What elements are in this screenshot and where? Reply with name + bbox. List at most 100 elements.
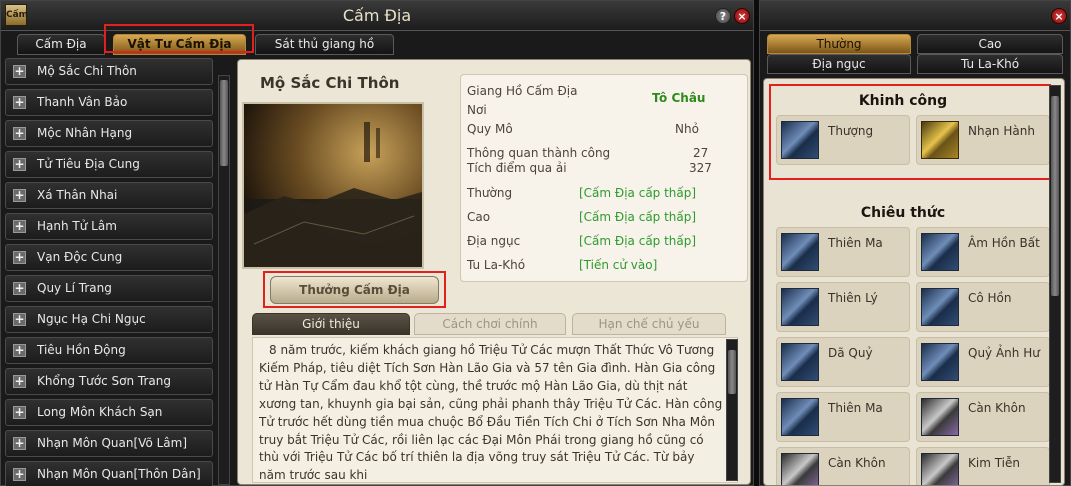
section-title: Khinh công bbox=[858, 93, 948, 109]
title-bar[interactable]: × bbox=[760, 1, 1070, 31]
location-label: Giang Hồ Cấm Địa bbox=[467, 84, 578, 98]
expand-icon[interactable]: + bbox=[13, 158, 26, 171]
list-item[interactable]: + Hạnh Tử Lâm bbox=[5, 213, 213, 240]
skill-name: Âm Hồn Bất bbox=[968, 236, 1040, 250]
points-value: 327 bbox=[689, 161, 712, 175]
book-icon bbox=[921, 121, 959, 159]
tab-tu-la-kho[interactable]: Tu La-Khó bbox=[917, 54, 1063, 74]
list-item[interactable]: + Khổng Tước Sơn Trang bbox=[5, 368, 213, 395]
expand-icon[interactable]: + bbox=[13, 220, 26, 233]
skill-item[interactable]: Thiên Lý bbox=[776, 282, 910, 332]
expand-icon[interactable]: + bbox=[13, 127, 26, 140]
difficulty-value[interactable]: [Tiến cử vào] bbox=[579, 258, 657, 272]
expand-icon[interactable]: + bbox=[13, 251, 26, 264]
skill-item[interactable]: Âm Hồn Bất bbox=[916, 227, 1050, 277]
skill-name: Dã Quỷ bbox=[828, 346, 873, 360]
reward-scrollbar[interactable] bbox=[1049, 85, 1061, 483]
list-scrollbar[interactable] bbox=[218, 75, 230, 485]
skill-item[interactable]: Kim Tiễn bbox=[916, 447, 1050, 485]
expand-icon[interactable]: + bbox=[13, 65, 26, 78]
title-bar[interactable]: Cấm Cấm Địa ? × bbox=[1, 1, 753, 31]
skill-name: Càn Khôn bbox=[828, 456, 886, 470]
list-item[interactable]: + Quy Lí Trang bbox=[5, 275, 213, 302]
skill-item[interactable]: Nhạn Hành bbox=[916, 115, 1050, 165]
scrollbar-thumb[interactable] bbox=[728, 350, 736, 394]
expand-icon[interactable]: + bbox=[13, 437, 26, 450]
success-label: Thông quan thành công bbox=[467, 146, 611, 160]
expand-icon[interactable]: + bbox=[13, 282, 26, 295]
skill-item[interactable]: Thiên Ma bbox=[776, 227, 910, 277]
list-item[interactable]: + Ngục Hạ Chi Ngục bbox=[5, 306, 213, 333]
close-icon[interactable]: × bbox=[1051, 8, 1067, 24]
expand-icon[interactable]: + bbox=[13, 96, 26, 109]
list-item[interactable]: + Mộ Sắc Chi Thôn bbox=[5, 58, 213, 85]
scrollbar-thumb[interactable] bbox=[1051, 96, 1059, 296]
skill-item[interactable]: Thượng bbox=[776, 115, 910, 165]
difficulty-label: Địa ngục bbox=[467, 234, 521, 248]
expand-icon[interactable]: + bbox=[13, 189, 26, 202]
list-item-label: Khổng Tước Sơn Trang bbox=[37, 374, 171, 388]
location-value: Tô Châu bbox=[652, 91, 706, 105]
tab-han-che-chu-yeu[interactable]: Hạn chế chủ yếu bbox=[572, 313, 726, 335]
list-item[interactable]: + Thanh Vân Bảo bbox=[5, 89, 213, 116]
list-item[interactable]: + Nhạn Môn Quan[Thôn Dân] bbox=[5, 461, 213, 486]
skill-item[interactable]: Dã Quỷ bbox=[776, 337, 910, 387]
book-icon bbox=[781, 398, 819, 436]
list-item[interactable]: + Xá Thân Nhai bbox=[5, 182, 213, 209]
list-item-label: Hạnh Tử Lâm bbox=[37, 219, 117, 233]
expand-icon[interactable]: + bbox=[13, 313, 26, 326]
expand-icon[interactable]: + bbox=[13, 406, 26, 419]
section-title: Chiêu thức bbox=[860, 205, 946, 221]
book-icon bbox=[781, 121, 819, 159]
map-name: Mộ Sắc Chi Thôn bbox=[260, 74, 400, 92]
list-item[interactable]: + Vạn Độc Cung bbox=[5, 244, 213, 271]
tab-vat-tu-cam-dia[interactable]: Vật Tư Cấm Địa bbox=[113, 34, 246, 55]
book-icon bbox=[921, 453, 959, 485]
list-item-label: Vạn Độc Cung bbox=[37, 250, 123, 264]
book-icon bbox=[781, 233, 819, 271]
skill-item[interactable]: Cô Hồn bbox=[916, 282, 1050, 332]
tab-dia-nguc[interactable]: Địa ngục bbox=[767, 54, 911, 74]
expand-icon[interactable]: + bbox=[13, 375, 26, 388]
skill-item[interactable]: Thiên Ma bbox=[776, 392, 910, 442]
list-item[interactable]: + Mộc Nhân Hạng bbox=[5, 120, 213, 147]
tab-cach-choi-chinh[interactable]: Cách chơi chính bbox=[414, 313, 566, 335]
skill-item[interactable]: Càn Khôn bbox=[776, 447, 910, 485]
difficulty-value[interactable]: [Cấm Địa cấp thấp] bbox=[579, 186, 696, 200]
reward-button[interactable]: Thưởng Cấm Địa bbox=[270, 276, 439, 304]
list-item[interactable]: + Tiêu Hồn Động bbox=[5, 337, 213, 364]
difficulty-value[interactable]: [Cấm Địa cấp thấp] bbox=[579, 210, 696, 224]
window-title: Cấm Địa bbox=[342, 6, 412, 25]
skill-item[interactable]: Càn Khôn bbox=[916, 392, 1050, 442]
tab-sat-thu-giang-ho[interactable]: Sát thủ giang hồ bbox=[255, 34, 394, 55]
description-scrollbar[interactable] bbox=[726, 339, 738, 481]
list-item[interactable]: + Tử Tiêu Địa Cung bbox=[5, 151, 213, 178]
detail-panel: Mộ Sắc Chi Thôn Thưởng Cấm Địa Giang Hồ … bbox=[237, 59, 751, 485]
list-item-label: Tử Tiêu Địa Cung bbox=[37, 157, 140, 171]
difficulty-label: Tu La-Khó bbox=[467, 258, 526, 272]
list-item-label: Xá Thân Nhai bbox=[37, 188, 118, 202]
list-item-label: Mộc Nhân Hạng bbox=[37, 126, 133, 140]
skill-name: Nhạn Hành bbox=[968, 124, 1035, 138]
reward-panel: Khinh công Thượng Nhạn Hành Chiêu thức T… bbox=[763, 78, 1065, 486]
skill-item[interactable]: Quỷ Ảnh Hư bbox=[916, 337, 1050, 387]
difficulty-value[interactable]: [Cấm Địa cấp thấp] bbox=[579, 234, 696, 248]
book-icon bbox=[921, 398, 959, 436]
tab-gioi-thieu[interactable]: Giới thiệu bbox=[252, 313, 410, 335]
description-box: 8 năm trước, kiếm khách giang hồ Triệu T… bbox=[252, 337, 738, 483]
tab-cam-dia[interactable]: Cấm Địa bbox=[17, 34, 105, 55]
tab-cao[interactable]: Cao bbox=[917, 34, 1063, 54]
expand-icon[interactable]: + bbox=[13, 468, 26, 481]
expand-icon[interactable]: + bbox=[13, 344, 26, 357]
list-item-label: Tiêu Hồn Động bbox=[37, 343, 126, 357]
list-item-label: Quy Lí Trang bbox=[37, 281, 112, 295]
help-icon[interactable]: ? bbox=[715, 8, 731, 24]
close-icon[interactable]: × bbox=[734, 8, 750, 24]
dungeon-window: Cấm Cấm Địa ? × Cấm Địa Vật Tư Cấm Địa S… bbox=[0, 0, 754, 486]
list-item[interactable]: + Long Môn Khách Sạn bbox=[5, 399, 213, 426]
scrollbar-thumb[interactable] bbox=[220, 80, 228, 166]
skill-name: Thiên Ma bbox=[828, 401, 883, 415]
tab-thuong[interactable]: Thường bbox=[767, 34, 911, 54]
list-item[interactable]: + Nhạn Môn Quan[Võ Lâm] bbox=[5, 430, 213, 457]
info-box: Giang Hồ Cấm Địa Tô Châu Nơi Quy Mô Nhỏ … bbox=[460, 74, 748, 282]
